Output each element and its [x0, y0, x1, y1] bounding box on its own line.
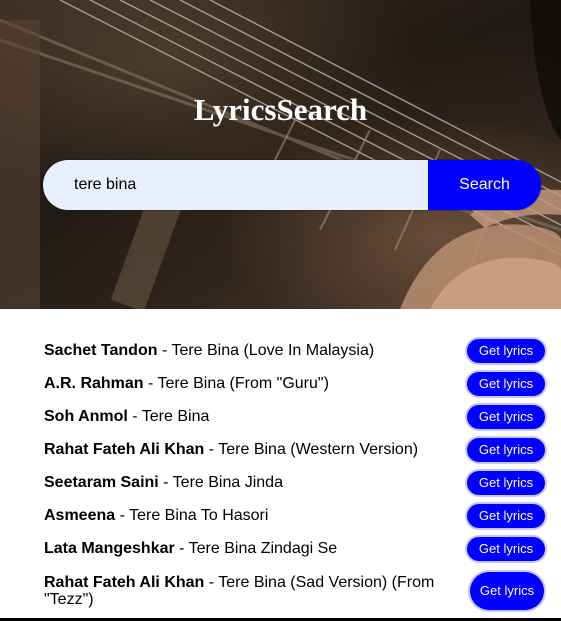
artist-name: Asmeena: [44, 507, 116, 524]
song-title: Tere Bina Jinda: [172, 474, 283, 491]
song-info: Rahat Fateh Ali Khan - Tere Bina (Sad Ve…: [44, 574, 444, 608]
list-item: Rahat Fateh Ali Khan - Tere Bina (Wester…: [0, 433, 561, 466]
song-info: Asmeena - Tere Bina To Hasori: [44, 507, 444, 524]
song-title: Tere Bina Zindagi Se: [188, 540, 338, 557]
song-info: Seetaram Saini - Tere Bina Jinda: [44, 474, 444, 491]
artist-name: A.R. Rahman: [44, 375, 144, 392]
separator: -: [157, 342, 172, 359]
song-title: Tere Bina (Western Version): [218, 441, 419, 458]
separator: -: [174, 540, 189, 557]
song-title: Tere Bina (Love In Malaysia): [171, 342, 375, 359]
get-lyrics-button[interactable]: Get lyrics: [467, 470, 545, 495]
song-info: Soh Anmol - Tere Bina: [44, 408, 444, 425]
artist-name: Soh Anmol: [44, 408, 128, 425]
hero-banner: LyricsSearch Search: [0, 0, 561, 309]
list-item: Lata Mangeshkar - Tere Bina Zindagi Se G…: [0, 532, 561, 565]
artist-name: Seetaram Saini: [44, 474, 159, 491]
search-input[interactable]: [43, 160, 428, 210]
separator: -: [115, 507, 130, 524]
get-lyrics-button[interactable]: Get lyrics: [467, 371, 545, 396]
song-info: Lata Mangeshkar - Tere Bina Zindagi Se: [44, 540, 444, 557]
song-info: Rahat Fateh Ali Khan - Tere Bina (Wester…: [44, 441, 444, 458]
song-title: Tere Bina: [141, 408, 210, 425]
artist-name: Rahat Fateh Ali Khan: [44, 574, 205, 591]
artist-name: Lata Mangeshkar: [44, 540, 175, 557]
get-lyrics-button[interactable]: Get lyrics: [467, 338, 545, 363]
separator: -: [204, 441, 219, 458]
search-button[interactable]: Search: [428, 160, 541, 210]
song-info: Sachet Tandon - Tere Bina (Love In Malay…: [44, 342, 444, 359]
search-form: Search: [43, 160, 541, 210]
list-item: A.R. Rahman - Tere Bina (From "Guru") Ge…: [0, 367, 561, 400]
get-lyrics-button[interactable]: Get lyrics: [467, 536, 545, 561]
separator: -: [127, 408, 142, 425]
list-item: Soh Anmol - Tere Bina Get lyrics: [0, 400, 561, 433]
guitar-background-image: [0, 0, 561, 309]
artist-name: Rahat Fateh Ali Khan: [44, 441, 205, 458]
app-title: LyricsSearch: [193, 92, 368, 127]
get-lyrics-button[interactable]: Get lyrics: [470, 572, 544, 610]
list-item: Seetaram Saini - Tere Bina Jinda Get lyr…: [0, 466, 561, 499]
get-lyrics-button[interactable]: Get lyrics: [467, 503, 545, 528]
results-list: Sachet Tandon - Tere Bina (Love In Malay…: [0, 334, 561, 617]
list-item: Rahat Fateh Ali Khan - Tere Bina (Sad Ve…: [0, 565, 561, 617]
get-lyrics-button[interactable]: Get lyrics: [467, 437, 545, 462]
separator: -: [204, 574, 219, 591]
get-lyrics-button[interactable]: Get lyrics: [467, 404, 545, 429]
song-title: Tere Bina (From "Guru"): [157, 375, 329, 392]
separator: -: [158, 474, 173, 491]
list-item: Sachet Tandon - Tere Bina (Love In Malay…: [0, 334, 561, 367]
list-item: Asmeena - Tere Bina To Hasori Get lyrics: [0, 499, 561, 532]
separator: -: [143, 375, 158, 392]
artist-name: Sachet Tandon: [44, 342, 158, 359]
song-title: Tere Bina To Hasori: [129, 507, 269, 524]
song-info: A.R. Rahman - Tere Bina (From "Guru"): [44, 375, 444, 392]
